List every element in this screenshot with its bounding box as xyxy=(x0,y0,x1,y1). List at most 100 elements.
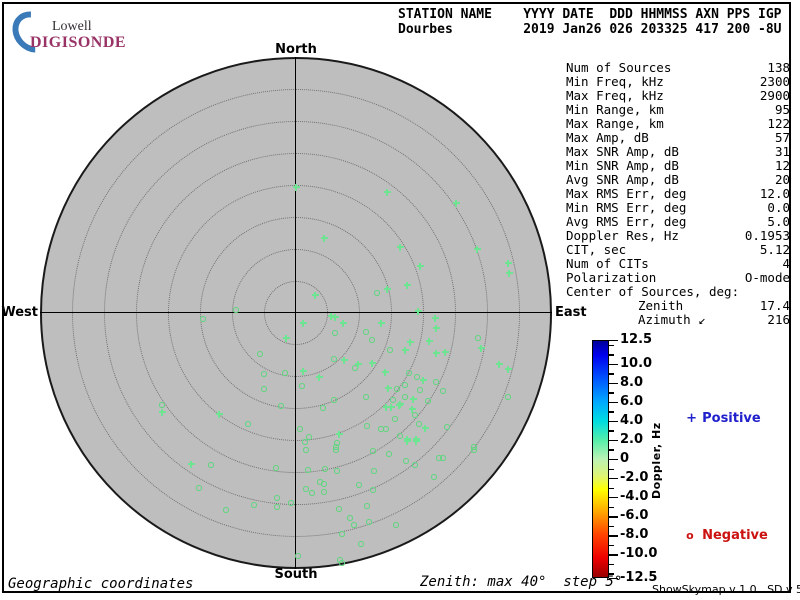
source-marker xyxy=(425,398,431,404)
source-marker xyxy=(356,482,362,488)
source-marker xyxy=(433,379,439,385)
source-marker xyxy=(223,507,229,513)
doppler-colorbar xyxy=(592,340,609,578)
colorbar-major-tick xyxy=(609,497,618,498)
source-marker xyxy=(316,374,323,381)
stat-row: Center of Sources, deg: xyxy=(566,285,790,299)
source-marker xyxy=(336,506,342,512)
colorbar-minor-tick xyxy=(609,449,614,450)
stat-label: Max Range, km xyxy=(566,117,664,131)
stat-row: Azimuth ↙216 xyxy=(566,313,790,327)
colorbar-major-tick xyxy=(609,554,618,555)
colorbar-minor-tick xyxy=(609,354,614,355)
source-marker xyxy=(393,522,399,528)
source-marker xyxy=(273,465,279,471)
source-marker xyxy=(407,339,414,346)
source-marker xyxy=(274,495,280,501)
source-marker xyxy=(505,260,512,267)
source-marker xyxy=(382,369,389,376)
source-marker xyxy=(333,447,339,453)
stat-row: Max SNR Amp, dB 31 xyxy=(566,145,790,159)
source-marker xyxy=(432,315,439,322)
source-marker xyxy=(402,394,408,400)
stat-row: Zenith17.4 xyxy=(566,299,790,313)
stat-row: Min Range, km 95 xyxy=(566,103,790,117)
source-marker xyxy=(339,560,345,566)
colorbar-tick-label: 10.0 xyxy=(620,356,652,371)
stat-row: Num of CITs4 xyxy=(566,257,790,271)
stat-value: 95 xyxy=(775,103,790,117)
source-marker xyxy=(321,489,327,495)
stat-value: 5.12 xyxy=(760,243,790,257)
source-marker xyxy=(293,184,300,191)
stat-value: 31 xyxy=(775,145,790,159)
colorbar-tick-label: 4.0 xyxy=(620,413,643,428)
source-marker xyxy=(474,246,481,253)
source-marker xyxy=(309,490,315,496)
source-marker xyxy=(388,404,395,411)
stat-value: 138 xyxy=(767,61,790,75)
colorbar-minor-tick xyxy=(609,507,614,508)
source-marker xyxy=(297,426,303,432)
source-marker xyxy=(453,200,460,207)
source-marker xyxy=(371,468,377,474)
source-marker xyxy=(334,468,340,474)
source-marker xyxy=(387,347,393,353)
source-marker xyxy=(396,402,403,409)
source-marker xyxy=(302,439,308,445)
source-marker xyxy=(404,438,411,445)
plus-marker-icon: + xyxy=(686,411,702,426)
stat-row: Min RMS Err, deg0.0 xyxy=(566,201,790,215)
stat-label: Zenith xyxy=(566,299,683,313)
source-marker xyxy=(478,345,485,352)
source-marker xyxy=(505,366,512,373)
source-marker xyxy=(351,522,357,528)
source-marker xyxy=(444,424,450,430)
colorbar-minor-tick xyxy=(609,564,614,565)
measurement-stats-panel: Num of Sources138Min Freq, kHz2300Max Fr… xyxy=(566,61,790,327)
colorbar-major-tick xyxy=(609,440,618,441)
stat-label: Polarization xyxy=(566,271,656,285)
colorbar-tick-label: 0 xyxy=(620,451,629,466)
colorbar-minor-tick xyxy=(609,526,614,527)
colorbar-tick-label: 12.5 xyxy=(620,332,652,347)
source-marker xyxy=(278,403,284,409)
source-marker xyxy=(334,440,340,446)
colorbar-major-tick xyxy=(609,421,618,422)
circle-marker-icon: o xyxy=(686,529,702,542)
legend-negative: oNegative xyxy=(668,513,768,558)
source-marker xyxy=(208,462,214,468)
stat-value: 12 xyxy=(775,159,790,173)
stat-label: Doppler Res, Hz xyxy=(566,229,679,243)
stat-value: 2900 xyxy=(760,89,790,103)
stat-label: Max Amp, dB xyxy=(566,131,649,145)
stat-row: Num of Sources138 xyxy=(566,61,790,75)
station-header-values: Dourbes 2019 Jan26 026 203325 417 200 -8… xyxy=(398,22,782,37)
source-marker xyxy=(305,467,311,473)
stat-label: Max SNR Amp, dB xyxy=(566,145,679,159)
source-marker xyxy=(378,320,385,327)
source-marker xyxy=(440,388,446,394)
colorbar-tick-label: -2.0 xyxy=(620,470,648,485)
zenith-scale-label: Zenith: max 40° step 5° xyxy=(420,574,622,590)
source-marker xyxy=(364,423,370,429)
source-marker xyxy=(303,486,309,492)
stat-label: Min RMS Err, deg xyxy=(566,201,686,215)
stat-value: 12.0 xyxy=(760,187,790,201)
stat-label: Min Range, km xyxy=(566,103,664,117)
colorbar-tick-label: 6.0 xyxy=(620,394,643,409)
stat-value: 122 xyxy=(767,117,790,131)
software-version-label: ShowSkymap v 1.0 SD v 5.1 xyxy=(652,583,800,596)
source-marker xyxy=(406,370,412,376)
source-marker xyxy=(496,361,503,368)
source-marker xyxy=(402,347,409,354)
source-marker xyxy=(417,387,423,393)
source-marker xyxy=(383,426,389,432)
colorbar-minor-tick xyxy=(609,373,614,374)
logo-digisonde-text: DIGISONDE xyxy=(30,34,126,52)
skymap-window: Lowell DIGISONDE STATION NAME YYYY DATE … xyxy=(0,0,800,600)
source-marker xyxy=(385,385,392,392)
colorbar-major-tick xyxy=(609,516,618,517)
source-marker xyxy=(341,357,348,364)
logo-lowell-text: Lowell xyxy=(52,19,92,35)
